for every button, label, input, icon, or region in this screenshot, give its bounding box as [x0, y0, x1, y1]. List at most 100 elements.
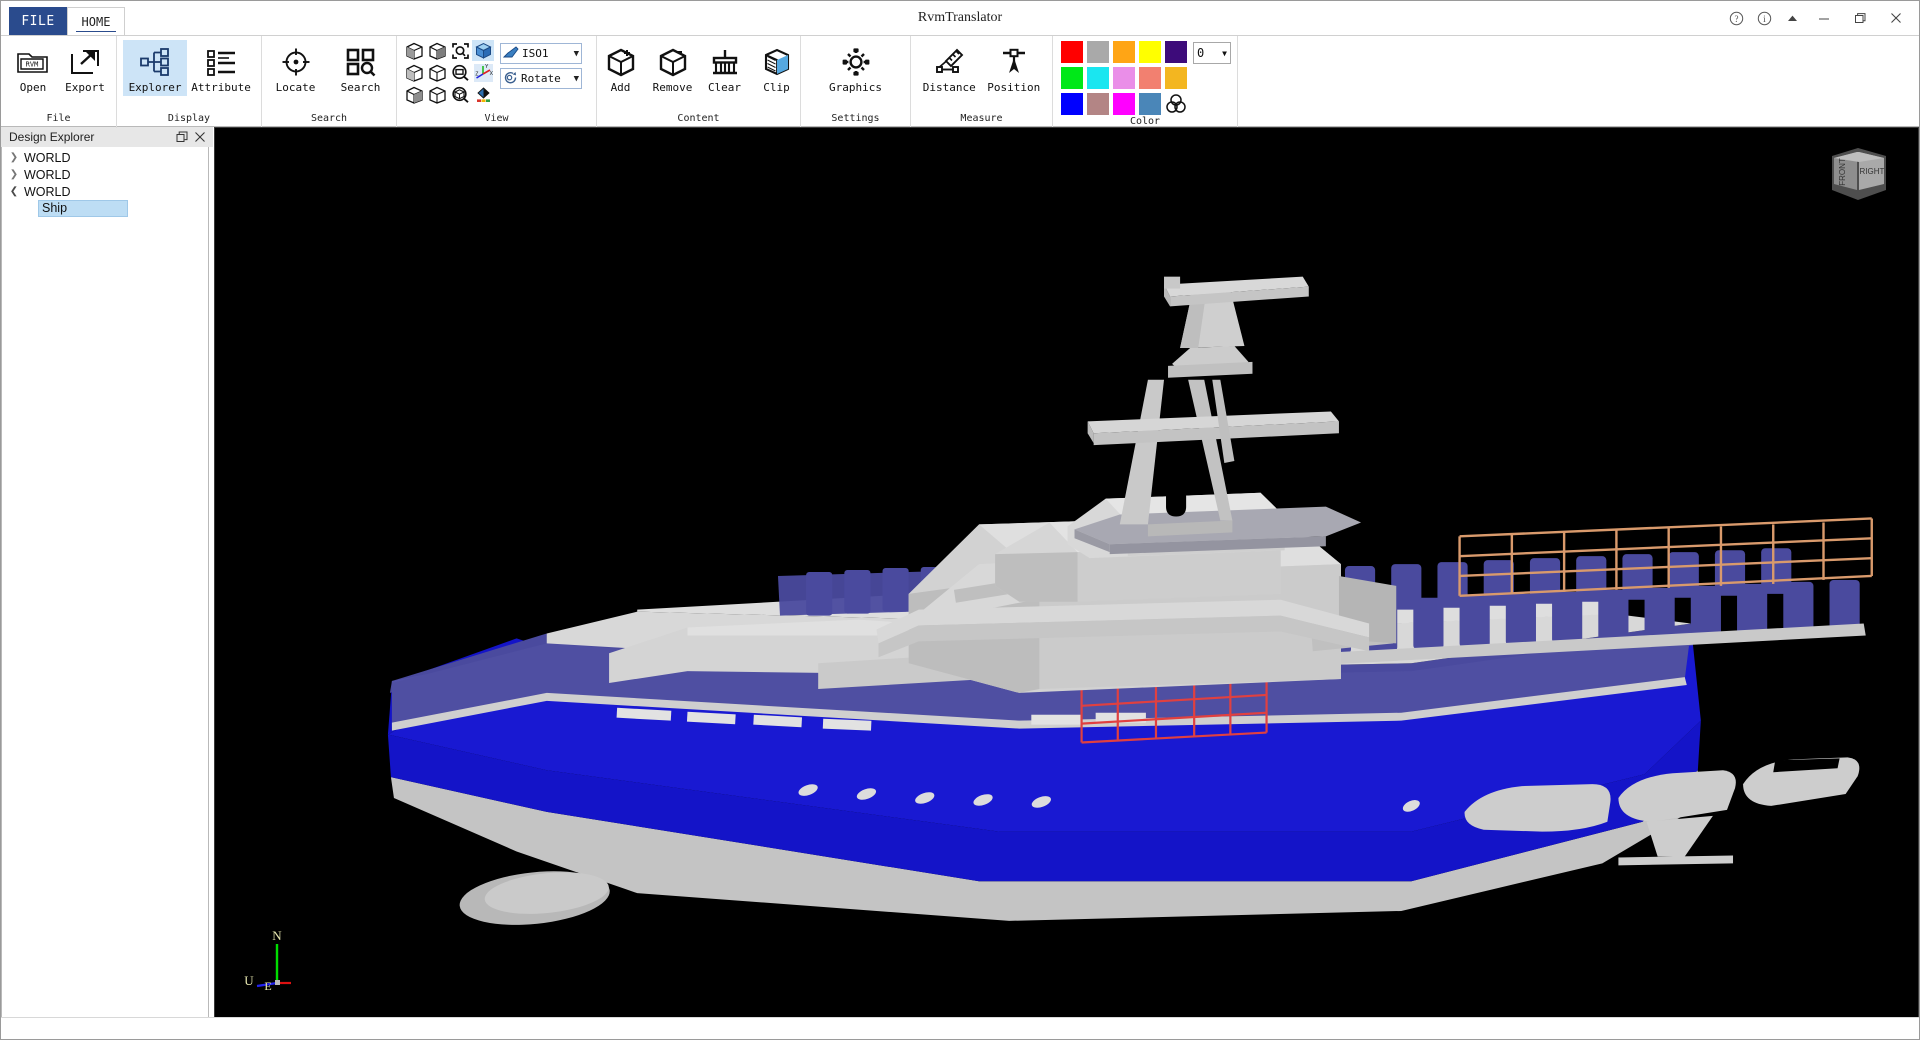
- axis-up-label: U: [244, 973, 254, 988]
- ribbon-group-measure: Distance Position Measure: [911, 36, 1053, 128]
- open-label: Open: [19, 81, 47, 94]
- minimize-button[interactable]: [1807, 5, 1841, 31]
- graphics-button[interactable]: Graphics: [817, 40, 895, 96]
- tab-active-underline: [76, 31, 116, 32]
- export-button[interactable]: Export: [59, 40, 111, 96]
- view-axis-triad-button[interactable]: YXZ: [472, 62, 494, 83]
- view-dropdowns: ISO1 ▼ Rotate ▼: [494, 38, 586, 89]
- view-iso-3-button[interactable]: [403, 62, 425, 83]
- design-explorer-tree[interactable]: ❯ WORLD ❯ WORLD ❮ WORLD Ship: [1, 147, 209, 1019]
- navigation-mode-value: Rotate: [521, 72, 561, 85]
- tree-item-world-3[interactable]: ❮ WORLD: [2, 183, 208, 200]
- close-button[interactable]: [1879, 5, 1913, 31]
- color-swatch-magenta[interactable]: [1113, 93, 1135, 115]
- view-zoom-all-button[interactable]: [449, 84, 471, 105]
- svg-text:?: ?: [1734, 13, 1738, 23]
- chevron-right-icon[interactable]: ❯: [6, 169, 22, 180]
- tree-item-ship[interactable]: Ship: [2, 200, 208, 217]
- navigation-mode-select[interactable]: Rotate ▼: [500, 68, 582, 89]
- clip-button[interactable]: Clip: [751, 40, 803, 96]
- svg-text:Z: Z: [475, 71, 478, 77]
- ribbon-group-search: Locate Search Search: [262, 36, 397, 128]
- remove-button[interactable]: Remove: [647, 40, 699, 96]
- axis-indicator: N U E: [243, 928, 313, 993]
- view-preset-value: ISO1: [522, 47, 549, 60]
- view-iso-6-button[interactable]: [426, 84, 448, 105]
- color-swatch-orange[interactable]: [1113, 41, 1135, 63]
- export-icon: [69, 44, 101, 80]
- color-swatch-grid: [1061, 41, 1187, 115]
- color-swatch-purple[interactable]: [1165, 41, 1187, 63]
- color-swatch-pink[interactable]: [1113, 67, 1135, 89]
- ribbon-group-content: Add Remove Clear Clip Content: [597, 36, 801, 128]
- search-button[interactable]: Search: [331, 40, 390, 96]
- ship-model-render: [215, 128, 1918, 1018]
- tree-item-world-2[interactable]: ❯ WORLD: [2, 166, 208, 183]
- view-shaded-cube-button[interactable]: [472, 40, 494, 61]
- color-swatch-blue[interactable]: [1061, 93, 1083, 115]
- design-explorer-panel: Design Explorer ❯ WORLD ❯ WORLD ❮ WORLD …: [1, 127, 214, 1039]
- tree-item-world-1[interactable]: ❯ WORLD: [2, 149, 208, 166]
- view-iso-4-button[interactable]: [426, 62, 448, 83]
- info-button[interactable]: i: [1751, 5, 1777, 31]
- axis-east-label: E: [264, 979, 271, 990]
- color-mix-icon[interactable]: [1165, 93, 1187, 115]
- color-swatch-salmon[interactable]: [1139, 67, 1161, 89]
- color-swatch-gold[interactable]: [1165, 67, 1187, 89]
- color-swatch-steel[interactable]: [1139, 93, 1161, 115]
- main-body: Design Explorer ❯ WORLD ❯ WORLD ❮ WORLD …: [1, 127, 1919, 1039]
- tab-home-label: HOME: [81, 14, 111, 29]
- navigation-cube[interactable]: FRONT RIGHT: [1826, 142, 1894, 208]
- position-label: Position: [987, 81, 1041, 94]
- view-iso-2-button[interactable]: [426, 40, 448, 61]
- chevron-down-icon[interactable]: ❮: [6, 186, 22, 197]
- color-swatch-rose[interactable]: [1087, 93, 1109, 115]
- clear-label: Clear: [707, 81, 742, 94]
- view-preset-grid: YXZ: [403, 38, 494, 105]
- locate-button[interactable]: Locate: [268, 40, 323, 96]
- view-preset-select[interactable]: ISO1 ▼: [500, 43, 582, 64]
- tree-nodes-icon: [138, 44, 172, 80]
- crosshair-icon: [280, 44, 312, 80]
- color-swatch-green[interactable]: [1061, 67, 1083, 89]
- color-swatch-yellow[interactable]: [1139, 41, 1161, 63]
- tree-item-label: WORLD: [24, 184, 71, 199]
- help-button[interactable]: ?: [1723, 5, 1749, 31]
- open-button[interactable]: RVM Open: [7, 40, 59, 96]
- restore-icon[interactable]: [173, 128, 191, 146]
- view-zoom-window-button[interactable]: [449, 62, 471, 83]
- close-icon[interactable]: [191, 128, 209, 146]
- view-zoom-fit-button[interactable]: [449, 40, 471, 61]
- view-iso-1-button[interactable]: [403, 40, 425, 61]
- clear-button[interactable]: Clear: [699, 40, 751, 96]
- distance-button[interactable]: Distance: [917, 40, 982, 96]
- view-iso-5-button[interactable]: [403, 84, 425, 105]
- add-button[interactable]: Add: [595, 40, 647, 96]
- transparency-select[interactable]: 0 ▼: [1193, 42, 1231, 64]
- viewport-3d[interactable]: FRONT RIGHT N U E: [214, 127, 1919, 1019]
- ribbon-group-color: 0 ▼ Color: [1053, 36, 1238, 128]
- ribbon-collapse-button[interactable]: [1779, 5, 1805, 31]
- clip-label: Clip: [763, 81, 790, 94]
- color-swatch-cyan[interactable]: [1087, 67, 1109, 89]
- ribbon-group-search-label: Search: [310, 113, 348, 124]
- ribbon-group-settings-label: Settings: [831, 113, 880, 124]
- chevron-right-icon[interactable]: ❯: [6, 152, 22, 163]
- color-swatch-red[interactable]: [1061, 41, 1083, 63]
- position-button[interactable]: Position: [982, 40, 1047, 96]
- maximize-button[interactable]: [1843, 5, 1877, 31]
- explorer-label: Explorer: [128, 81, 182, 94]
- chevron-down-icon: ▼: [1222, 48, 1227, 58]
- rotate-icon: [503, 71, 518, 87]
- transparency-value: 0: [1197, 46, 1205, 60]
- color-swatch-gray[interactable]: [1087, 41, 1109, 63]
- tab-home[interactable]: HOME: [67, 7, 125, 35]
- explorer-button[interactable]: Explorer: [123, 40, 188, 96]
- axis-north-label: N: [272, 928, 282, 943]
- tab-file[interactable]: FILE: [9, 7, 67, 35]
- chevron-down-icon: ▼: [573, 48, 579, 59]
- attribute-button[interactable]: Attribute: [187, 40, 255, 96]
- tree-item-label: WORLD: [24, 150, 71, 165]
- design-explorer-title: Design Explorer: [9, 130, 95, 144]
- view-render-style-button[interactable]: [472, 84, 494, 105]
